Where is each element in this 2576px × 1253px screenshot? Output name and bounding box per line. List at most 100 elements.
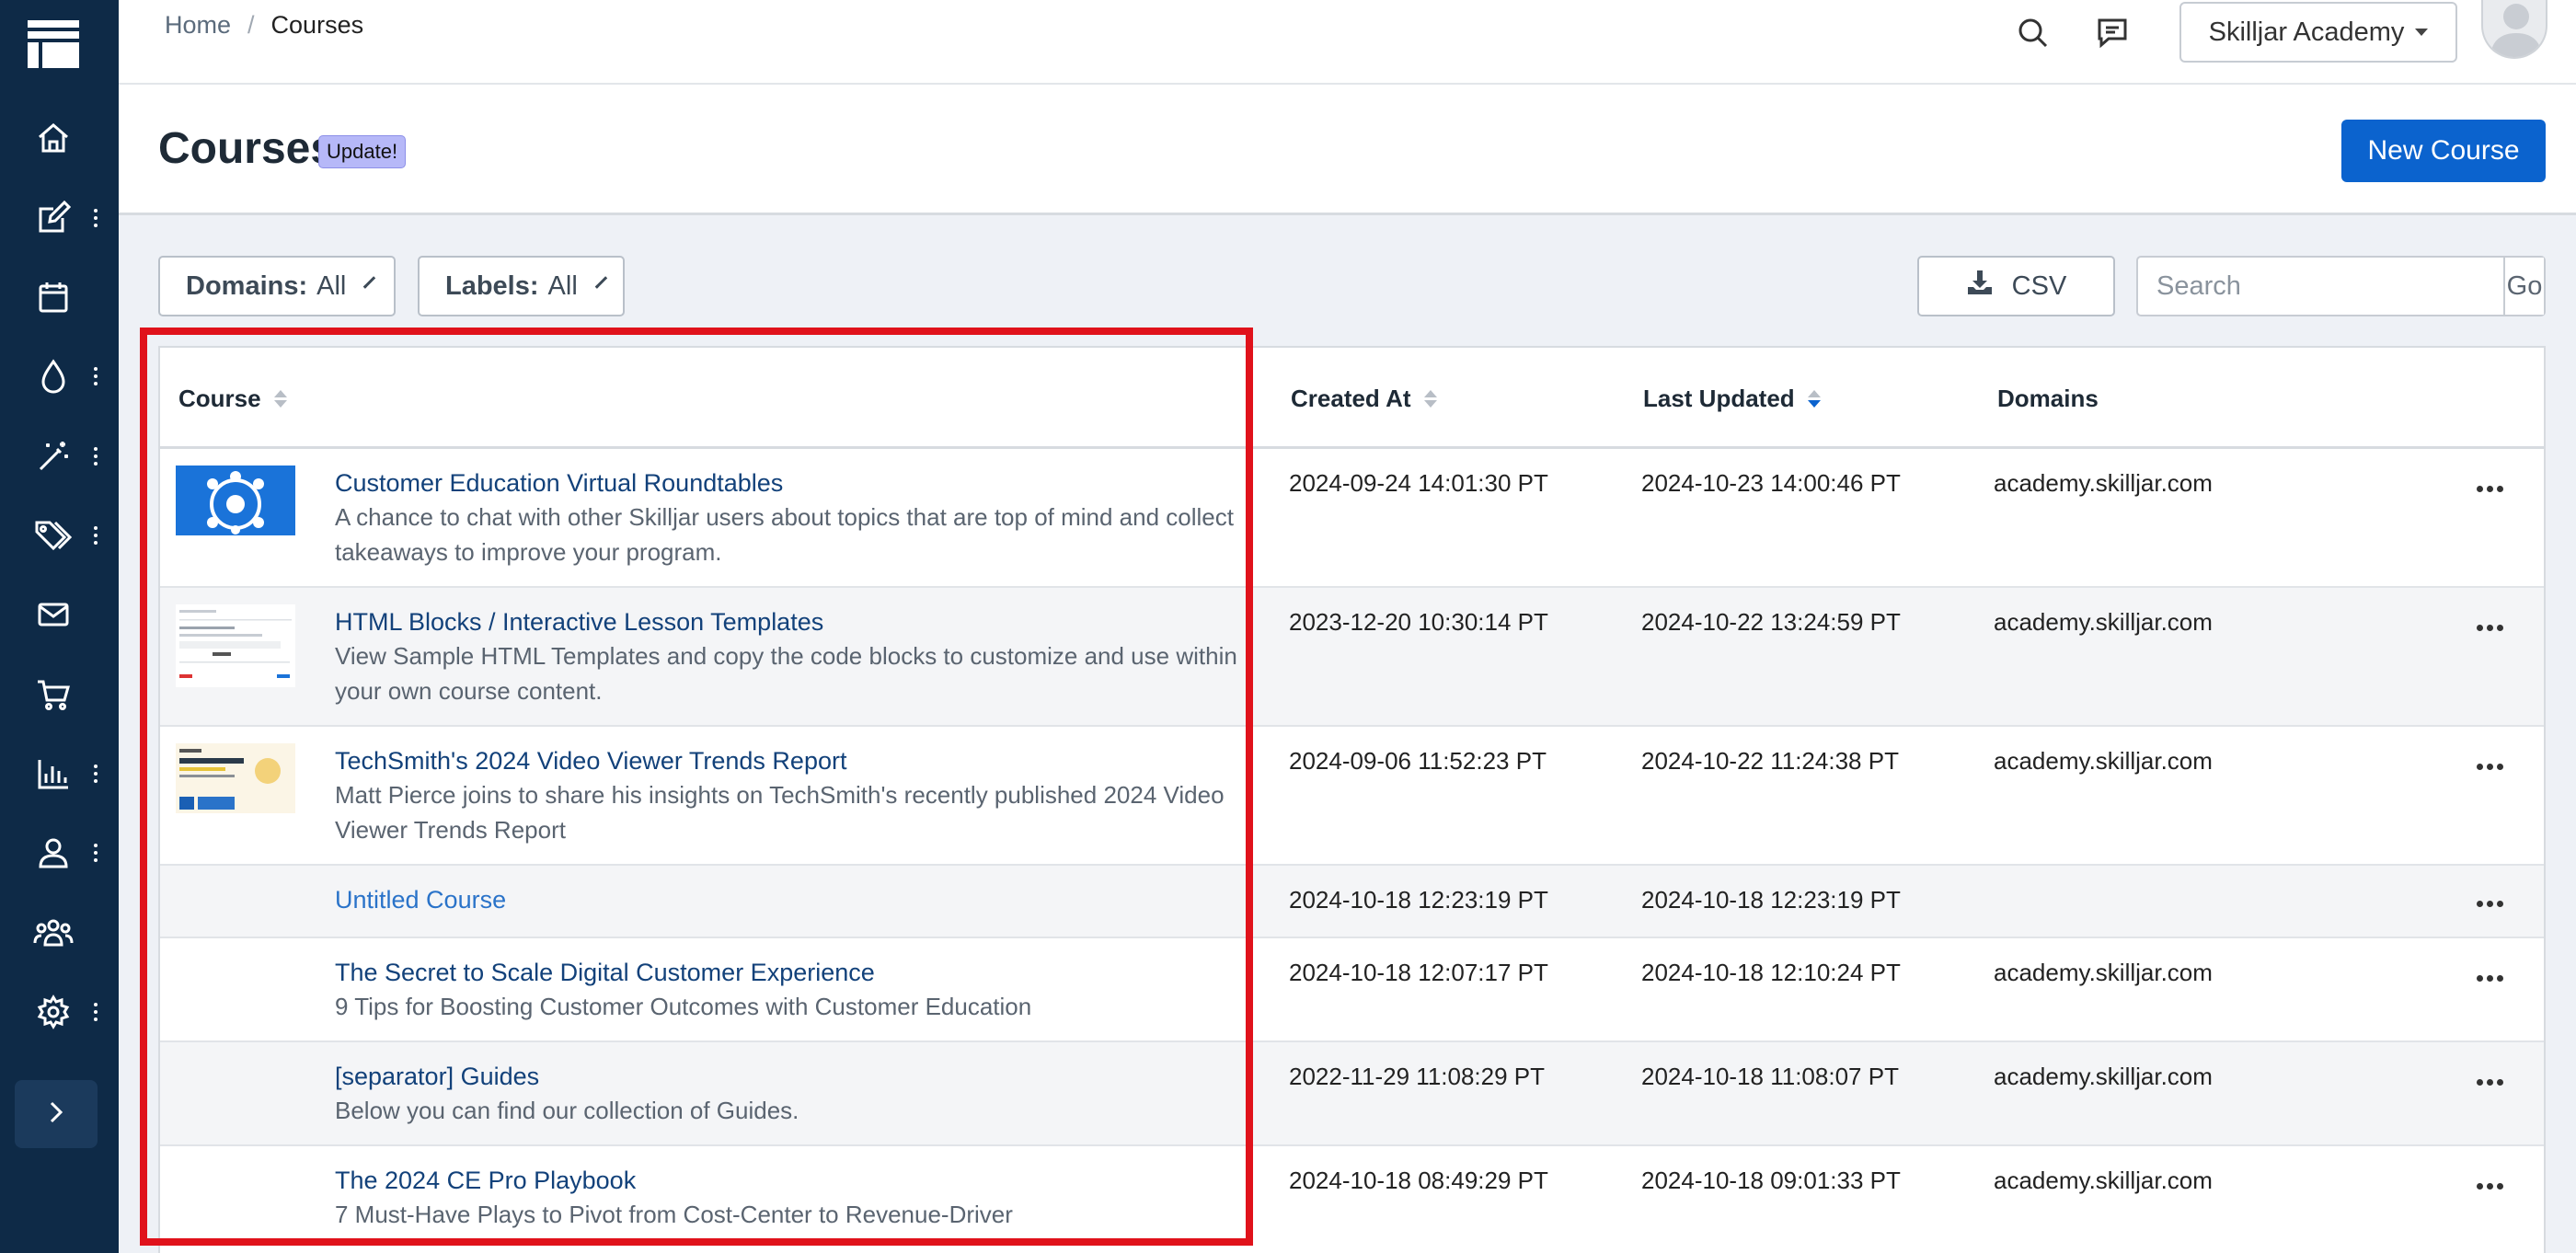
sort-icon (273, 390, 287, 408)
magic-wand-icon (33, 436, 74, 477)
sort-descending-icon (1807, 390, 1821, 408)
course-description: 9 Tips for Boosting Customer Outcomes wi… (335, 993, 1032, 1020)
chevron-down-icon (363, 276, 376, 289)
course-title-link[interactable]: TechSmith's 2024 Video Viewer Trends Rep… (335, 747, 846, 776)
new-course-button[interactable]: New Course (2341, 120, 2546, 182)
csv-label: CSV (2011, 270, 2067, 301)
roundtable-thumbnail[interactable] (176, 466, 295, 535)
sort-icon (1423, 390, 1437, 408)
row-actions-more-icon[interactable] (2477, 1183, 2504, 1190)
created-at-cell: 2022-11-29 11:08:29 PT (1289, 1063, 1546, 1090)
last-updated-cell: 2024-10-18 09:01:33 PT (1641, 1167, 1901, 1194)
course-title-link[interactable]: Untitled Course (335, 886, 506, 914)
more-vertical-icon[interactable] (92, 204, 99, 232)
last-updated-cell: 2024-10-22 13:24:59 PT (1641, 608, 1901, 636)
column-header-last-updated-label: Last Updated (1643, 385, 1795, 412)
report-thumbnail[interactable] (176, 743, 295, 813)
created-at-cell: 2024-09-24 14:01:30 PT (1289, 469, 1548, 497)
sidebar-item-courses[interactable] (0, 186, 119, 250)
row-actions-more-icon[interactable] (2477, 1079, 2504, 1086)
go-button[interactable]: Go (2503, 258, 2544, 315)
group-icon (33, 913, 74, 953)
column-header-course[interactable]: Course (178, 385, 287, 413)
course-description: A chance to chat with other Skilljar use… (335, 503, 1234, 566)
row-actions-more-icon[interactable] (2477, 486, 2504, 493)
more-vertical-icon[interactable] (92, 998, 99, 1026)
org-selector-dropdown[interactable]: Skilljar Academy (2179, 2, 2457, 63)
table-row[interactable]: The Secret to Scale Digital Customer Exp… (160, 938, 2544, 1042)
breadcrumb: Home / Courses (165, 11, 363, 40)
last-updated-cell: 2024-10-23 14:00:46 PT (1641, 469, 1901, 497)
row-actions-more-icon[interactable] (2477, 975, 2504, 983)
table-row[interactable]: [separator] Guides Below you can find ou… (160, 1042, 2544, 1146)
course-title-link[interactable]: The 2024 CE Pro Playbook (335, 1167, 636, 1195)
sidebar-item-groups[interactable] (0, 901, 119, 965)
column-header-domains: Domains (1997, 385, 2099, 413)
search-icon[interactable] (2013, 13, 2053, 53)
course-title-link[interactable]: The Secret to Scale Digital Customer Exp… (335, 959, 875, 987)
labels-filter-dropdown[interactable]: Labels: All (418, 256, 625, 316)
column-header-created-at-label: Created At (1291, 385, 1411, 412)
chat-icon[interactable] (2092, 13, 2133, 53)
last-updated-cell: 2024-10-18 12:23:19 PT (1641, 886, 1901, 914)
more-vertical-icon[interactable] (92, 362, 99, 390)
course-title-link[interactable]: Customer Education Virtual Roundtables (335, 469, 783, 498)
row-actions-more-icon[interactable] (2477, 625, 2504, 632)
sidebar-item-analytics[interactable] (0, 741, 119, 806)
download-icon (1966, 269, 1994, 304)
sidebar-item-settings[interactable] (0, 980, 119, 1044)
course-title-link[interactable]: HTML Blocks / Interactive Lesson Templat… (335, 608, 823, 637)
drop-icon (33, 356, 74, 397)
template-thumbnail[interactable] (176, 604, 295, 687)
created-at-cell: 2024-10-18 12:23:19 PT (1289, 886, 1548, 914)
breadcrumb-current: Courses (270, 11, 364, 39)
skilljar-logo-icon[interactable] (26, 18, 81, 70)
page-title: Courses (158, 124, 336, 173)
domain-cell: academy.skilljar.com (1994, 469, 2213, 497)
table-row[interactable]: HTML Blocks / Interactive Lesson Templat… (160, 588, 2544, 727)
more-vertical-icon[interactable] (92, 839, 99, 867)
sidebar-item-messages[interactable] (0, 582, 119, 647)
breadcrumb-home-link[interactable]: Home (165, 11, 231, 40)
edit-icon (33, 198, 74, 238)
table-row[interactable]: Customer Education Virtual Roundtables A… (160, 449, 2544, 588)
created-at-cell: 2024-10-18 12:07:17 PT (1289, 959, 1548, 986)
csv-export-button[interactable]: CSV (1917, 256, 2115, 316)
bar-chart-icon (33, 753, 74, 794)
update-badge[interactable]: Update! (318, 135, 407, 168)
created-at-cell: 2024-09-06 11:52:23 PT (1289, 747, 1547, 775)
more-vertical-icon[interactable] (92, 760, 99, 787)
row-actions-more-icon[interactable] (2477, 764, 2504, 771)
tag-icon (33, 515, 74, 556)
column-header-created-at[interactable]: Created At (1291, 385, 1437, 413)
labels-filter-label: Labels: (445, 270, 539, 301)
sidebar-item-home[interactable] (0, 106, 119, 170)
mail-icon (33, 594, 74, 635)
column-header-last-updated[interactable]: Last Updated (1643, 385, 1821, 413)
sidebar-item-labels[interactable] (0, 503, 119, 568)
expand-sidebar-button[interactable] (15, 1080, 98, 1148)
last-updated-cell: 2024-10-18 12:10:24 PT (1641, 959, 1901, 986)
table-row[interactable]: TechSmith's 2024 Video Viewer Trends Rep… (160, 727, 2544, 866)
search-box: Go (2136, 256, 2546, 316)
sidebar-item-calendar[interactable] (0, 265, 119, 329)
sidebar-item-themes[interactable] (0, 344, 119, 408)
sidebar-item-ecommerce[interactable] (0, 662, 119, 727)
more-vertical-icon[interactable] (92, 443, 99, 470)
row-actions-more-icon[interactable] (2477, 901, 2504, 908)
search-input[interactable] (2138, 258, 2503, 315)
column-header-course-label: Course (178, 385, 261, 412)
domains-filter-dropdown[interactable]: Domains: All (158, 256, 396, 316)
table-header: Course Created At Last Updated Domains (160, 348, 2544, 449)
table-row[interactable]: The 2024 CE Pro Playbook 7 Must-Have Pla… (160, 1146, 2544, 1253)
sidebar-item-users[interactable] (0, 821, 119, 885)
domain-cell: academy.skilljar.com (1994, 1063, 2213, 1090)
course-title-link[interactable]: [separator] Guides (335, 1063, 539, 1091)
sidebar-item-magic[interactable] (0, 424, 119, 489)
more-vertical-icon[interactable] (92, 522, 99, 549)
avatar[interactable] (2481, 0, 2547, 59)
domain-cell: academy.skilljar.com (1994, 747, 2213, 775)
last-updated-cell: 2024-10-22 11:24:38 PT (1641, 747, 1899, 775)
table-row[interactable]: Untitled Course 2024-10-18 12:23:19 PT 2… (160, 866, 2544, 938)
domain-cell: academy.skilljar.com (1994, 959, 2213, 986)
